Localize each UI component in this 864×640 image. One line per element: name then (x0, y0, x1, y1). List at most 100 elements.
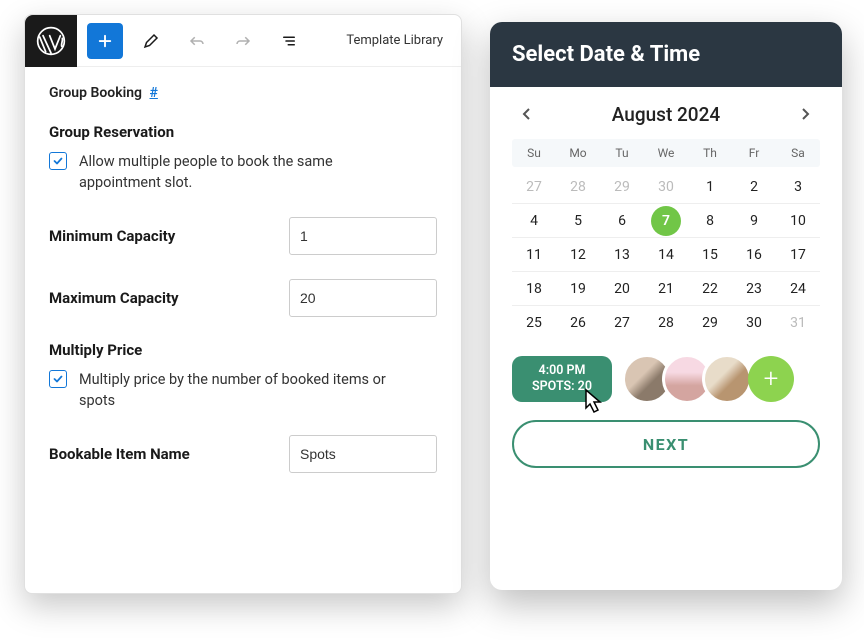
min-capacity-label: Minimum Capacity (49, 227, 175, 245)
min-capacity-row: Minimum Capacity (49, 217, 437, 255)
calendar-day[interactable]: 6 (600, 213, 644, 229)
calendar-day[interactable]: 21 (644, 281, 688, 297)
week-row: 18192021222324 (512, 272, 820, 306)
calendar-day[interactable]: 24 (776, 281, 820, 297)
bookable-item-label: Bookable Item Name (49, 445, 190, 463)
editor-toolbar: Template Library (25, 15, 461, 67)
calendar-day[interactable]: 18 (512, 281, 556, 297)
calendar-day[interactable]: 30 (644, 179, 688, 195)
group-reservation-heading: Group Reservation (49, 123, 437, 141)
slot-row: 4:00 PM SPOTS: 20 + (490, 340, 842, 416)
multiply-price-heading: Multiply Price (49, 341, 437, 359)
redo-icon (234, 32, 252, 50)
settings-body: Group Booking # Group Reservation Allow … (25, 67, 461, 521)
check-icon (52, 155, 64, 167)
plus-icon (96, 32, 114, 50)
week-row: 45678910 (512, 204, 820, 238)
wordpress-logo[interactable] (25, 15, 77, 67)
calendar-day[interactable]: 15 (688, 247, 732, 263)
calendar-day[interactable]: 5 (556, 213, 600, 229)
settings-panel: Template Library Group Booking # Group R… (24, 14, 462, 594)
pencil-icon (142, 32, 160, 50)
calendar-day[interactable]: 4 (512, 213, 556, 229)
calendar-day[interactable]: 25 (512, 315, 556, 331)
next-button[interactable]: NEXT (512, 420, 820, 468)
calendar-day[interactable]: 31 (776, 315, 820, 331)
add-person-button[interactable]: + (748, 356, 794, 402)
dow-row: SuMoTuWeThFrSa (512, 139, 820, 167)
chevron-left-icon (522, 107, 532, 121)
calendar-day[interactable]: 22 (688, 281, 732, 297)
multiply-price-label: Multiply price by the number of booked i… (79, 369, 409, 411)
breadcrumb-label: Group Booking (49, 85, 142, 101)
timeslot-spots: SPOTS: 20 (526, 379, 598, 395)
calendar-day[interactable]: 16 (732, 247, 776, 263)
list-icon (280, 32, 298, 50)
calendar-day[interactable]: 27 (512, 179, 556, 195)
redo-button[interactable] (225, 23, 261, 59)
breadcrumb: Group Booking # (49, 85, 437, 101)
week-row: 11121314151617 (512, 238, 820, 272)
allow-multiple-row: Allow multiple people to book the same a… (49, 151, 437, 193)
calendar-nav: August 2024 (512, 99, 820, 129)
bookable-item-row: Bookable Item Name (49, 435, 437, 473)
calendar-day[interactable]: 9 (732, 213, 776, 229)
multiply-price-row: Multiply price by the number of booked i… (49, 369, 437, 411)
max-capacity-input[interactable] (289, 279, 437, 317)
calendar-day[interactable]: 29 (600, 179, 644, 195)
edit-button[interactable] (133, 23, 169, 59)
undo-button[interactable] (179, 23, 215, 59)
week-row: 27282930123 (512, 170, 820, 204)
calendar-day[interactable]: 27 (600, 315, 644, 331)
calendar-day[interactable]: 12 (556, 247, 600, 263)
breadcrumb-hash[interactable]: # (150, 85, 158, 101)
calendar-day[interactable]: 23 (732, 281, 776, 297)
calendar-day[interactable]: 28 (644, 315, 688, 331)
calendar-day[interactable]: 28 (556, 179, 600, 195)
check-icon (52, 373, 64, 385)
calendar-day[interactable]: 3 (776, 179, 820, 195)
avatar (702, 354, 752, 404)
dow-cell: Mo (556, 146, 600, 160)
calendar-day[interactable]: 13 (600, 247, 644, 263)
calendar-day[interactable]: 19 (556, 281, 600, 297)
calendar-weeks: 2728293012345678910111213141516171819202… (512, 170, 820, 340)
allow-multiple-label: Allow multiple people to book the same a… (79, 151, 409, 193)
calendar: August 2024 SuMoTuWeThFrSa 2728293012345… (490, 87, 842, 340)
calendar-day[interactable]: 8 (688, 213, 732, 229)
dow-cell: Sa (776, 146, 820, 160)
wordpress-icon (35, 25, 67, 57)
plus-icon: + (764, 364, 779, 394)
calendar-day[interactable]: 10 (776, 213, 820, 229)
max-capacity-row: Maximum Capacity (49, 279, 437, 317)
datetime-header: Select Date & Time (490, 22, 842, 87)
allow-multiple-checkbox[interactable] (49, 152, 67, 170)
max-capacity-label: Maximum Capacity (49, 289, 179, 307)
calendar-day[interactable]: 29 (688, 315, 732, 331)
add-block-button[interactable] (87, 23, 123, 59)
calendar-day[interactable]: 7 (644, 206, 688, 236)
calendar-day[interactable]: 26 (556, 315, 600, 331)
list-view-button[interactable] (271, 23, 307, 59)
undo-icon (188, 32, 206, 50)
dow-cell: Th (688, 146, 732, 160)
next-month-button[interactable] (790, 99, 820, 129)
calendar-day[interactable]: 17 (776, 247, 820, 263)
prev-month-button[interactable] (512, 99, 542, 129)
calendar-day[interactable]: 20 (600, 281, 644, 297)
avatar-stack (622, 354, 752, 404)
calendar-day[interactable]: 11 (512, 247, 556, 263)
calendar-day[interactable]: 1 (688, 179, 732, 195)
calendar-day[interactable]: 2 (732, 179, 776, 195)
bookable-item-input[interactable] (289, 435, 437, 473)
min-capacity-input[interactable] (289, 217, 437, 255)
multiply-price-checkbox[interactable] (49, 370, 67, 388)
datetime-panel: Select Date & Time August 2024 SuMoTuWeT… (490, 22, 842, 590)
chevron-right-icon (800, 107, 810, 121)
calendar-day[interactable]: 14 (644, 247, 688, 263)
calendar-day[interactable]: 30 (732, 315, 776, 331)
template-library-link[interactable]: Template Library (346, 33, 443, 48)
dow-cell: Su (512, 146, 556, 160)
timeslot-chip[interactable]: 4:00 PM SPOTS: 20 (512, 356, 612, 401)
dow-cell: We (644, 146, 688, 160)
